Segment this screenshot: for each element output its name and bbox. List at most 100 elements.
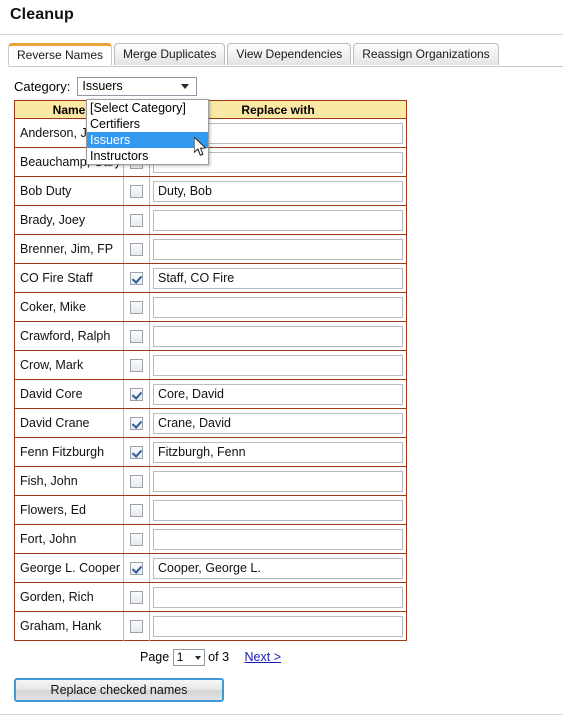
names-table: Name Replace with Anderson, Joe Beauchamp… — [14, 100, 407, 641]
cell-checkbox — [123, 263, 150, 293]
cell-checkbox — [123, 176, 150, 206]
checkbox-checked[interactable] — [130, 446, 143, 460]
replace-with-input[interactable] — [153, 354, 403, 376]
dropdown-option-select-category[interactable]: [Select Category] — [87, 100, 208, 116]
replace-with-input[interactable] — [153, 180, 403, 202]
page-label: Page — [140, 650, 170, 664]
replace-with-input[interactable] — [153, 412, 403, 434]
cell-replace-with — [149, 205, 407, 235]
replace-with-input[interactable] — [153, 383, 403, 405]
checkbox-unchecked[interactable] — [130, 475, 143, 489]
table-row: Anderson, Joe — [14, 118, 407, 148]
chevron-down-icon — [194, 656, 201, 661]
checkbox-unchecked[interactable] — [130, 533, 143, 547]
cell-checkbox — [123, 553, 150, 583]
replace-with-input[interactable] — [153, 615, 403, 637]
cell-name: Fish, John — [14, 466, 124, 496]
tab-reassign-organizations[interactable]: Reassign Organizations — [353, 43, 499, 65]
cell-name: Bob Duty — [14, 176, 124, 206]
pagination: Page 1 of 3 Next > — [14, 647, 407, 667]
cell-name: Graham, Hank — [14, 611, 124, 641]
checkbox-unchecked[interactable] — [130, 185, 143, 199]
checkbox-unchecked[interactable] — [130, 330, 143, 344]
dropdown-option-instructors[interactable]: Instructors — [87, 148, 208, 164]
cell-name: CO Fire Staff — [14, 263, 124, 293]
replace-with-input[interactable] — [153, 557, 403, 579]
cell-replace-with — [149, 582, 407, 612]
category-select[interactable]: Issuers — [77, 76, 198, 96]
cell-checkbox — [123, 292, 150, 322]
cell-replace-with — [149, 524, 407, 554]
category-label: Category: — [14, 78, 71, 94]
replace-with-input[interactable] — [153, 267, 403, 289]
replace-with-input[interactable] — [153, 528, 403, 550]
cell-replace-with — [149, 553, 407, 583]
replace-with-input[interactable] — [153, 238, 403, 260]
cell-name: David Crane — [14, 408, 124, 438]
replace-with-input[interactable] — [153, 296, 403, 318]
tab-view-dependencies[interactable]: View Dependencies — [227, 43, 352, 65]
cell-checkbox — [123, 495, 150, 525]
chevron-down-icon — [181, 83, 190, 89]
cell-replace-with — [149, 292, 407, 322]
cell-name: Gorden, Rich — [14, 582, 124, 612]
checkbox-unchecked[interactable] — [130, 359, 143, 373]
checkbox-checked[interactable] — [130, 417, 143, 431]
cell-name: Brady, Joey — [14, 205, 124, 235]
table-row: Brady, Joey — [14, 205, 407, 235]
table-row: Flowers, Ed — [14, 495, 407, 525]
table-row: Fish, John — [14, 466, 407, 496]
table-row: Coker, Mike — [14, 292, 407, 322]
title-divider — [0, 34, 563, 35]
cell-name: Brenner, Jim, FP — [14, 234, 124, 264]
checkbox-unchecked[interactable] — [130, 301, 143, 315]
cell-replace-with — [149, 408, 407, 438]
cell-checkbox — [123, 611, 150, 641]
checkbox-unchecked[interactable] — [130, 243, 143, 257]
replace-with-input[interactable] — [153, 441, 403, 463]
dropdown-option-certifiers[interactable]: Certifiers — [87, 116, 208, 132]
checkbox-unchecked[interactable] — [130, 620, 143, 634]
cell-checkbox — [123, 524, 150, 554]
table-row: David Core — [14, 379, 407, 409]
page-current-value: 1 — [176, 650, 184, 665]
replace-with-input[interactable] — [153, 325, 403, 347]
cell-name: Crow, Mark — [14, 350, 124, 380]
cell-name: Flowers, Ed — [14, 495, 124, 525]
page-title: Cleanup — [10, 6, 74, 23]
tab-reverse-names[interactable]: Reverse Names — [8, 43, 113, 66]
cell-checkbox — [123, 205, 150, 235]
next-page-link[interactable]: Next > — [245, 650, 281, 664]
cell-replace-with — [149, 437, 407, 467]
replace-with-input[interactable] — [153, 586, 403, 608]
replace-with-input[interactable] — [153, 470, 403, 492]
cell-replace-with — [149, 234, 407, 264]
tab-merge-duplicates[interactable]: Merge Duplicates — [114, 43, 226, 65]
checkbox-unchecked[interactable] — [130, 214, 143, 228]
cell-replace-with — [149, 466, 407, 496]
cell-checkbox — [123, 466, 150, 496]
page-select[interactable]: 1 — [172, 649, 205, 667]
checkbox-unchecked[interactable] — [130, 504, 143, 518]
replace-with-input[interactable] — [153, 209, 403, 231]
cell-checkbox — [123, 408, 150, 438]
cell-replace-with — [149, 176, 407, 206]
cell-replace-with — [149, 321, 407, 351]
checkbox-checked[interactable] — [130, 272, 143, 286]
cell-name: Crawford, Ralph — [14, 321, 124, 351]
cell-replace-with — [149, 611, 407, 641]
replace-checked-names-button[interactable]: Replace checked names — [14, 678, 224, 702]
cell-name: Fenn Fitzburgh — [14, 437, 124, 467]
checkbox-unchecked[interactable] — [130, 591, 143, 605]
submit-area: Replace checked names — [14, 678, 563, 702]
table-row: Crow, Mark — [14, 350, 407, 380]
tab-strip: Reverse Names Merge Duplicates View Depend… — [8, 43, 563, 67]
dropdown-option-issuers[interactable]: Issuers — [87, 132, 208, 148]
checkbox-checked[interactable] — [130, 562, 143, 576]
replace-with-input[interactable] — [153, 499, 403, 521]
cell-name: Coker, Mike — [14, 292, 124, 322]
table-row: Fenn Fitzburgh — [14, 437, 407, 467]
category-dropdown-list[interactable]: [Select Category] Certifiers Issuers Ins… — [86, 99, 209, 165]
checkbox-checked[interactable] — [130, 388, 143, 402]
table-row: George L. Cooper — [14, 553, 407, 583]
